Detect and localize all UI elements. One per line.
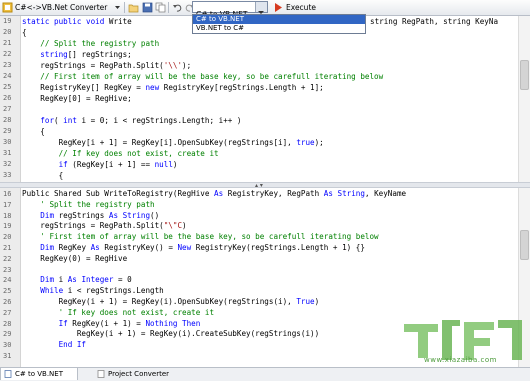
scrollbar-thumb[interactable]: [520, 230, 529, 260]
line-number: 24: [3, 72, 12, 80]
line-number: 27: [3, 105, 12, 113]
code-line[interactable]: string[] regStrings;: [22, 49, 131, 60]
toolbar-separator: [124, 2, 125, 13]
line-number: 23: [3, 61, 12, 69]
execute-icon[interactable]: [273, 2, 284, 13]
code-line[interactable]: Dim regStrings As String(): [22, 211, 159, 222]
line-number: 17: [3, 200, 12, 209]
code-line[interactable]: {: [22, 126, 45, 137]
code-line[interactable]: regStrings = RegPath.Split('\\');: [22, 60, 191, 71]
line-number: 22: [3, 50, 12, 58]
execute-button[interactable]: Execute: [286, 1, 316, 14]
copy-icon[interactable]: [155, 2, 166, 13]
code-line-tail: string RegPath, string KeyNa: [370, 17, 499, 26]
code-line[interactable]: RegKey(i + 1) = RegKey(i).OpenSubKey(reg…: [22, 297, 320, 308]
option-vb-to-cs[interactable]: VB.NET to C#: [193, 24, 365, 33]
code-line[interactable]: {: [22, 170, 64, 181]
toolbar-separator: [168, 2, 169, 13]
open-file-icon[interactable]: [128, 2, 139, 13]
code-line[interactable]: ' If key does not exist, create it: [22, 308, 214, 319]
code-line[interactable]: Dim RegKey As RegistryKey() = New Regist…: [22, 243, 365, 254]
code-line[interactable]: if (RegKey[i + 1] == null): [22, 159, 178, 170]
code-line[interactable]: RegKey[0] = RegHive;: [22, 93, 131, 104]
line-number: 16: [3, 190, 12, 198]
code-line[interactable]: regStrings = RegPath.Split("\"C): [22, 221, 186, 232]
code-line[interactable]: End If: [22, 340, 86, 351]
line-number: 29: [3, 330, 12, 339]
scrollbar-thumb[interactable]: [520, 60, 529, 90]
code-line[interactable]: // If key does not exist, create it: [22, 148, 219, 159]
code-line[interactable]: RegistryKey[] RegKey = new RegistryKey[r…: [22, 82, 323, 93]
line-number: 30: [3, 341, 12, 350]
line-number: 24: [3, 276, 12, 285]
line-number: 31: [3, 352, 12, 360]
code-line[interactable]: // First item of array will be the base …: [22, 71, 383, 82]
code-line[interactable]: If RegKey(i + 1) = Nothing Then: [22, 319, 201, 330]
line-number: 20: [3, 233, 12, 242]
tab-project-converter[interactable]: Project Converter: [94, 368, 194, 380]
chevron-down-icon[interactable]: [114, 2, 121, 13]
line-number: 32: [3, 160, 12, 168]
tab-label: Project Converter: [108, 370, 170, 378]
line-number: 29: [3, 127, 12, 135]
code-line[interactable]: RegKey(i + 1) = RegKey(i).CreateSubKey(r…: [22, 329, 319, 340]
code-line[interactable]: static public void Write: [22, 16, 132, 27]
line-number: 19: [3, 17, 12, 25]
csharp-editor[interactable]: 19 static public void Write 20 {21 // Split…: [0, 16, 530, 182]
document-icon: [97, 370, 105, 378]
vertical-scrollbar[interactable]: [518, 16, 530, 182]
line-number: 18: [3, 211, 12, 220]
line-number: 28: [3, 319, 12, 328]
converter-window: C#<->VB.Net Converter C# to VB.NET: [0, 0, 530, 381]
line-number: 21: [3, 39, 12, 47]
code-line[interactable]: {: [22, 27, 27, 38]
line-number: 23: [3, 265, 12, 274]
tab-cs-to-vb[interactable]: C# to VB.NET: [0, 368, 78, 380]
code-line[interactable]: While i < regStrings.Length: [22, 286, 163, 297]
combo-dropdown-button[interactable]: [255, 2, 267, 14]
code-line[interactable]: Dim i As Integer = 0: [22, 275, 131, 286]
tab-label: C# to VB.NET: [15, 370, 63, 378]
line-number: 26: [3, 298, 12, 306]
code-line[interactable]: RegKey[i + 1] = RegKey[i].OpenSubKey(reg…: [22, 137, 324, 148]
code-line[interactable]: // Split the registry path: [22, 38, 159, 49]
line-number: 22: [3, 254, 12, 263]
code-line[interactable]: Public Shared Sub WriteToRegistry(RegHiv…: [22, 189, 406, 200]
line-number: 27: [3, 308, 12, 317]
line-number: 33: [3, 171, 12, 179]
app-icon: [2, 2, 13, 13]
line-number: 30: [3, 138, 12, 146]
line-number: 19: [3, 222, 12, 231]
watermark-text: www.xiazaiba.com: [424, 356, 497, 364]
line-number: 20: [3, 28, 12, 36]
code-line[interactable]: ' Split the registry path: [22, 200, 154, 211]
option-cs-to-vb[interactable]: C# to VB.NET: [193, 15, 365, 24]
code-line[interactable]: RegKey(0) = RegHive: [22, 254, 127, 265]
document-tabs: C# to VB.NET Project Converter: [0, 367, 530, 381]
line-number: 21: [3, 244, 12, 252]
conversion-mode-dropdown[interactable]: C# to VB.NET VB.NET to C#: [192, 14, 366, 34]
code-line[interactable]: for( int i = 0; i < regStrings.Length; i…: [22, 115, 241, 126]
line-number: 31: [3, 149, 12, 157]
conversion-mode-select[interactable]: C# to VB.NET: [192, 1, 268, 19]
code-line[interactable]: ' First item of array will be the base k…: [22, 232, 378, 243]
converter-title[interactable]: C#<->VB.Net Converter: [15, 1, 107, 14]
line-number: 25: [3, 83, 12, 91]
line-number: 28: [3, 116, 12, 124]
line-number: 25: [3, 287, 12, 296]
undo-icon[interactable]: [172, 2, 183, 13]
document-icon: [4, 370, 12, 378]
save-icon[interactable]: [142, 2, 153, 13]
line-number: 26: [3, 94, 12, 102]
